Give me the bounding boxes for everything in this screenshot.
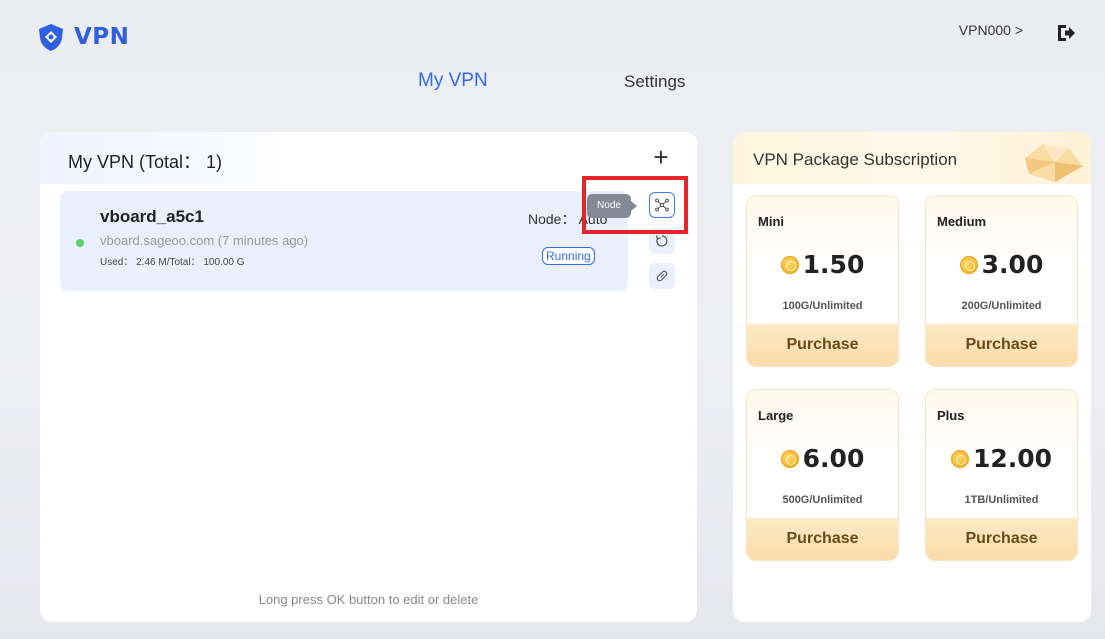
tab-settings[interactable]: Settings <box>624 72 685 92</box>
package-price: 6.00 <box>747 444 898 473</box>
coin-icon <box>959 255 978 274</box>
my-vpn-title: My VPN (Total： 1) <box>68 152 223 172</box>
package-desc: 500G/Unlimited <box>782 494 863 506</box>
purchase-button[interactable]: Purchase <box>747 518 898 560</box>
package-name: Mini <box>758 214 784 229</box>
package-name: Medium <box>937 214 987 229</box>
package-price: 12.00 <box>926 444 1077 473</box>
gem-icon <box>1025 144 1083 182</box>
status-badge: Running <box>542 247 595 265</box>
highlight-box <box>582 176 688 234</box>
package-card-medium[interactable]: Medium 3.00 200G/Unlimited Purchase <box>925 195 1078 367</box>
status-dot-icon <box>76 239 84 247</box>
coin-icon <box>950 449 969 468</box>
package-desc: 100G/Unlimited <box>782 300 863 312</box>
refresh-icon <box>655 235 668 247</box>
subscription-panel: VPN Package Subscription Mini 1.50 100G/… <box>733 132 1091 622</box>
shield-logo-icon <box>39 24 63 51</box>
logout-icon <box>1058 25 1075 41</box>
vpn-usage: Used： 2.46 M/Total： 100.00 G <box>100 257 245 268</box>
logo-text: VPN <box>74 24 130 50</box>
package-desc: 1TB/Unlimited <box>964 494 1039 506</box>
footer-hint: Long press OK button to edit or delete <box>258 592 479 607</box>
add-vpn-button[interactable]: + <box>648 144 674 170</box>
package-desc: 200G/Unlimited <box>961 300 1042 312</box>
app-logo: VPN <box>36 22 129 52</box>
tab-my-vpn[interactable]: My VPN <box>418 70 488 92</box>
coin-icon <box>780 255 799 274</box>
package-amount: 12.00 <box>972 444 1053 473</box>
link-icon <box>656 270 668 282</box>
vpn-name: vboard_a5c1 <box>100 207 204 226</box>
package-card-mini[interactable]: Mini 1.50 100G/Unlimited Purchase <box>746 195 899 367</box>
purchase-button[interactable]: Purchase <box>747 324 898 366</box>
package-card-plus[interactable]: Plus 12.00 1TB/Unlimited Purchase <box>925 389 1078 561</box>
package-amount: 3.00 <box>981 250 1044 279</box>
vpn-list-item[interactable]: vboard_a5c1 vboard.sageoo.com (7 minutes… <box>60 191 628 291</box>
package-amount: 1.50 <box>802 250 865 279</box>
account-link[interactable]: VPN000 > <box>959 22 1023 38</box>
coin-icon <box>780 449 799 468</box>
purchase-button[interactable]: Purchase <box>926 518 1077 560</box>
purchase-button[interactable]: Purchase <box>926 324 1077 366</box>
package-amount: 6.00 <box>802 444 865 473</box>
package-price: 3.00 <box>926 250 1077 279</box>
subscription-header: VPN Package Subscription <box>733 132 1091 184</box>
subscription-title: VPN Package Subscription <box>753 150 958 169</box>
package-price: 1.50 <box>747 250 898 279</box>
vpn-host: vboard.sageoo.com (7 minutes ago) <box>100 233 309 248</box>
package-name: Plus <box>937 408 965 423</box>
link-button[interactable] <box>649 263 675 289</box>
package-name: Large <box>758 408 794 423</box>
logout-button[interactable] <box>1055 22 1077 44</box>
package-card-large[interactable]: Large 6.00 500G/Unlimited Purchase <box>746 389 899 561</box>
